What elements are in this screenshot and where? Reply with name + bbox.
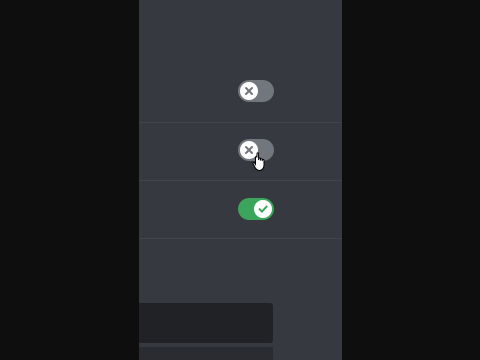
input-box-lower[interactable] — [139, 347, 273, 360]
toggle-knob-3 — [254, 200, 272, 218]
toggle-knob-1 — [240, 82, 258, 100]
divider — [139, 238, 342, 239]
check-icon — [258, 205, 268, 213]
x-icon — [245, 146, 253, 154]
x-icon — [245, 87, 253, 95]
toggle-knob-2 — [240, 141, 258, 159]
toggle-switch-1[interactable] — [238, 80, 274, 102]
left-backdrop — [0, 0, 139, 360]
right-backdrop — [342, 0, 480, 360]
top-cut-text: … — [145, 0, 155, 2]
toggle-switch-3[interactable] — [238, 198, 274, 220]
settings-panel: … — [139, 0, 342, 360]
divider — [139, 180, 342, 181]
dark-input-box[interactable] — [139, 303, 273, 343]
divider — [139, 122, 342, 123]
toggle-switch-2[interactable] — [238, 139, 274, 161]
